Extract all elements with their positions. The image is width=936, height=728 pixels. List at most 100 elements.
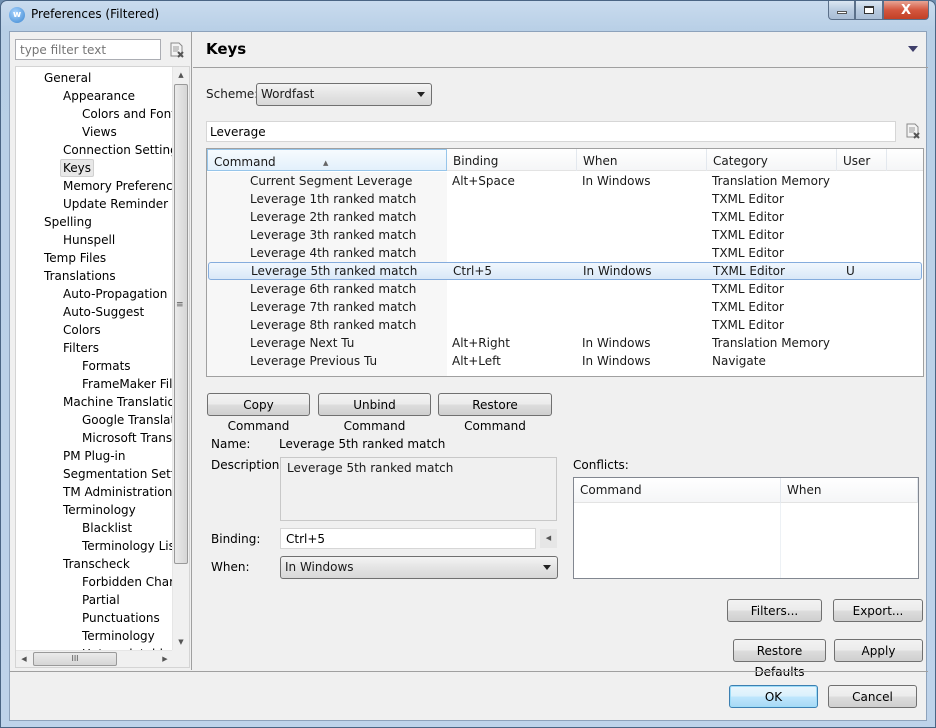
tree-item[interactable]: Google Translate [80, 411, 174, 429]
tree-item[interactable]: Auto-Propagation [61, 285, 169, 303]
column-header-label: Command [214, 155, 276, 169]
tree-item[interactable]: Filters [61, 339, 101, 357]
tree-item[interactable]: Forbidden Chars [80, 573, 174, 591]
clear-filter-icon[interactable] [169, 42, 185, 58]
tree-item[interactable]: Colors [61, 321, 103, 339]
column-header-category[interactable]: Category [707, 149, 837, 171]
tree-item[interactable]: Blacklist [80, 519, 134, 537]
table-row[interactable]: Leverage Next Tu Alt+Right In Windows Trans… [207, 334, 923, 352]
cell-command: Leverage 5th ranked match [251, 264, 418, 278]
cell-command: Leverage 3th ranked match [250, 228, 417, 242]
tree-item[interactable]: Colors and Fonts [80, 105, 174, 123]
binding-menu-button[interactable]: ◀ [540, 529, 557, 548]
tree-item[interactable]: PM Plug-in [61, 447, 127, 465]
copy-command-button[interactable]: Copy Command [207, 393, 310, 433]
command-filter-input[interactable] [206, 121, 896, 142]
scheme-label: Scheme: [206, 87, 259, 101]
when-label: When: [211, 560, 250, 574]
column-header-binding[interactable]: Binding [447, 149, 577, 171]
table-row[interactable]: Current Segment Leverage Alt+Space In Wind… [207, 172, 923, 190]
ok-button[interactable]: OK [729, 685, 818, 708]
cell-when: In Windows [582, 174, 651, 188]
table-row[interactable]: Leverage 8th ranked match TXML Editor [207, 316, 923, 334]
cell-user: U [846, 264, 855, 278]
tree-horizontal-scrollbar[interactable]: ◀ III ▶ [16, 650, 173, 667]
scrollbar-corner [172, 650, 189, 667]
tree-vertical-scrollbar[interactable]: ▲ ≡ ▼ [172, 67, 189, 651]
tree-item[interactable]: Terminology List [80, 537, 174, 555]
tree-item[interactable]: Memory Preferences [61, 177, 174, 195]
unbind-command-button[interactable]: Unbind Command [318, 393, 431, 433]
conflicts-column-command[interactable]: Command [574, 478, 781, 503]
cell-category: Translation Memory [712, 174, 831, 188]
tree-item[interactable]: Formats [80, 357, 133, 375]
cell-binding: Alt+Left [452, 354, 501, 368]
view-menu-icon[interactable] [908, 46, 918, 52]
horizontal-scroll-thumb[interactable]: III [33, 652, 117, 666]
tree-item[interactable]: General [42, 69, 93, 87]
column-header-command[interactable]: Command ▲ [207, 149, 447, 171]
export-button[interactable]: Export... [833, 599, 923, 622]
tree-item[interactable]: Transcheck [61, 555, 132, 573]
scroll-right-icon[interactable]: ▶ [157, 651, 173, 667]
scheme-dropdown[interactable]: Wordfast [256, 83, 432, 106]
conflicts-table: Command When [573, 477, 919, 579]
vertical-scroll-thumb[interactable] [174, 84, 188, 564]
tree-item[interactable]: Keys [60, 159, 95, 177]
tree-item[interactable]: Machine Translation [61, 393, 174, 411]
binding-input[interactable] [280, 528, 536, 549]
clear-filter-icon[interactable] [905, 123, 921, 139]
cancel-button[interactable]: Cancel [828, 685, 917, 708]
tree-item[interactable]: Segmentation Settings [61, 465, 174, 483]
wordfast-logo-icon: w [9, 7, 25, 23]
tree-item[interactable]: Translations [42, 267, 118, 285]
tree-item[interactable]: Temp Files [42, 249, 108, 267]
tree-item[interactable]: Appearance [61, 87, 137, 105]
tree-item[interactable]: Auto-Suggest [61, 303, 146, 321]
cell-binding: Alt+Space [452, 174, 515, 188]
table-row[interactable]: Leverage 5th ranked match Ctrl+5 In Window… [208, 262, 922, 280]
tree-item[interactable]: Punctuations [80, 609, 162, 627]
table-row[interactable]: Leverage 6th ranked match TXML Editor [207, 280, 923, 298]
table-row[interactable]: Leverage 7th ranked match TXML Editor [207, 298, 923, 316]
tree-item[interactable]: FrameMaker Filter [80, 375, 174, 393]
tree-item[interactable]: Partial [80, 591, 122, 609]
description-label: Description: [211, 458, 284, 472]
table-row[interactable]: Leverage 1th ranked match TXML Editor [207, 190, 923, 208]
conflicts-column-when[interactable]: When [781, 478, 918, 503]
tree-item[interactable]: Terminology [61, 501, 138, 519]
filters-button[interactable]: Filters... [727, 599, 822, 622]
apply-button[interactable]: Apply [834, 639, 923, 662]
column-header-user[interactable]: User [837, 149, 887, 171]
cell-category: TXML Editor [712, 210, 784, 224]
cell-category: TXML Editor [712, 300, 784, 314]
tree-item[interactable]: Microsoft Translator [80, 429, 174, 447]
table-row[interactable]: Leverage 4th ranked match TXML Editor [207, 244, 923, 262]
table-row[interactable]: Leverage 3th ranked match TXML Editor [207, 226, 923, 244]
minimize-button[interactable] [828, 1, 855, 20]
tree-item[interactable]: Hunspell [61, 231, 117, 249]
tree-item[interactable]: Spelling [42, 213, 94, 231]
tree-item[interactable]: Update Reminder [61, 195, 170, 213]
column-header-when[interactable]: When [577, 149, 707, 171]
when-dropdown[interactable]: In Windows [280, 556, 558, 579]
close-button[interactable]: X [883, 1, 929, 20]
restore-defaults-button[interactable]: Restore Defaults [733, 639, 826, 679]
restore-command-button[interactable]: Restore Command [438, 393, 552, 433]
tree-item[interactable]: Views [80, 123, 119, 141]
scroll-left-icon[interactable]: ◀ [16, 651, 32, 667]
table-header: Command ▲ Binding When Category User [207, 149, 923, 171]
cell-category: Navigate [712, 354, 766, 368]
scroll-up-icon[interactable]: ▲ [173, 67, 189, 84]
table-row[interactable]: Leverage Previous Tu Alt+Left In Windows Na… [207, 352, 923, 370]
maximize-button[interactable] [855, 1, 883, 20]
scroll-down-icon[interactable]: ▼ [173, 634, 189, 651]
preference-tree: General Appearance Colors and Fonts Views Co… [15, 66, 190, 668]
filter-text-input[interactable] [15, 39, 161, 60]
title-bar[interactable]: w Preferences (Filtered) X [1, 1, 935, 31]
tree-item[interactable]: Terminology [80, 627, 157, 645]
tree-item[interactable]: Connection Settings [61, 141, 174, 159]
tree-item[interactable]: TM Administration [61, 483, 174, 501]
table-row[interactable]: Leverage 2th ranked match TXML Editor [207, 208, 923, 226]
window-title: Preferences (Filtered) [31, 7, 160, 21]
